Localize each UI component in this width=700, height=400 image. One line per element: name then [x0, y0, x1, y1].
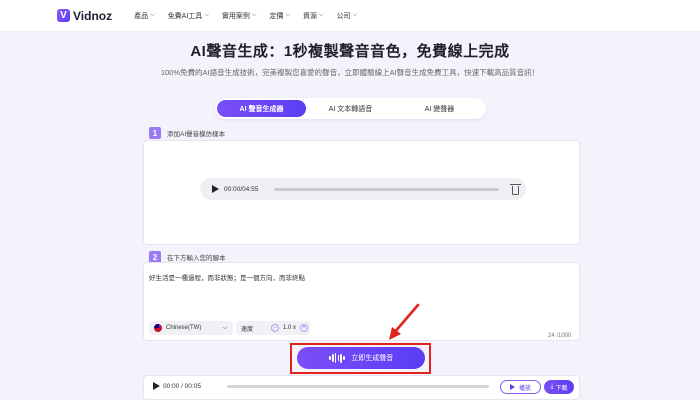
play-icon[interactable] — [153, 382, 160, 390]
chevron-down-icon: ⌵ — [319, 12, 324, 18]
taiwan-flag-icon — [154, 324, 162, 332]
tab-ai-voice-changer[interactable]: AI 變聲器 — [395, 100, 484, 117]
chevron-down-icon: ⌵ — [150, 12, 155, 18]
main-nav: 產品 ⌵ 免費AI工具 ⌵ 實用案例 ⌵ 定價 ⌵ 資源 ⌵ 公司 ⌵ — [134, 11, 370, 21]
logo-text: Vidnoz — [73, 8, 113, 23]
speed-value: 1.0 x — [283, 325, 297, 331]
play-button-label: 播放 — [518, 385, 531, 392]
tab-ai-text-to-speech[interactable]: AI 文本轉語音 — [306, 100, 395, 117]
play-icon[interactable] — [212, 185, 219, 193]
vidnoz-logo[interactable]: V Vidnoz — [57, 9, 112, 23]
output-time: 00:00 / 00:05 — [163, 383, 201, 390]
annotation-arrow-icon — [389, 303, 420, 340]
tool-tabs: AI 聲音生成器 AI 文本轉語音 AI 變聲器 — [215, 98, 486, 119]
sound-wave-icon — [329, 353, 346, 363]
step-1-header: 1 添加AI聲音模仿樣本 — [149, 127, 225, 139]
nav-item-resources[interactable]: 資源 ⌵ — [303, 11, 324, 21]
speed-label: 速度 — [241, 326, 254, 333]
speed-increase-button[interactable]: + — [300, 324, 309, 332]
step-1-label: 添加AI聲音模仿樣本 — [167, 131, 226, 138]
logo-mark-icon: V — [57, 9, 70, 22]
top-navigation-bar: V Vidnoz 產品 ⌵ 免費AI工具 ⌵ 實用案例 ⌵ 定價 ⌵ 資源 ⌵ 公司 ⌵ — [0, 0, 700, 32]
nav-item-free-ai-tools[interactable]: 免費AI工具 ⌵ — [168, 11, 209, 21]
download-button[interactable]: ⤓ 下載 — [544, 380, 574, 394]
output-progress-bar[interactable] — [227, 385, 489, 388]
nav-item-use-cases[interactable]: 實用案例 ⌵ — [222, 11, 257, 21]
chevron-down-icon: ⌵ — [352, 12, 358, 18]
speed-decrease-button[interactable]: − — [271, 324, 279, 332]
download-button-label: 下載 — [555, 385, 568, 392]
language-value: Chinese(TW) — [166, 325, 202, 331]
play-icon — [509, 384, 515, 390]
download-icon: ⤓ — [550, 383, 554, 390]
play-button[interactable]: 播放 — [500, 380, 541, 394]
generate-voice-label: 立即生成聲音 — [351, 355, 394, 362]
nav-item-products[interactable]: 產品 ⌵ — [134, 11, 155, 21]
step-2-label: 在下方輸入您的腳本 — [167, 255, 226, 262]
chevron-down-icon: ⌵ — [251, 12, 257, 18]
character-count: 24 /1000 — [548, 333, 572, 339]
sample-audio-player: 00:00/04:55 — [200, 178, 526, 200]
nav-item-company[interactable]: 公司 ⌵ — [337, 11, 358, 21]
script-textarea[interactable]: 好生活是一種過程，而非狀態；是一個方向，而非終點 — [149, 272, 305, 282]
tab-ai-voice-generator[interactable]: AI 聲音生成器 — [217, 100, 306, 117]
page-title: AI聲音生成：1秒複製聲音音色，免費線上完成 — [190, 43, 510, 60]
trash-icon[interactable] — [510, 183, 522, 195]
generate-voice-button[interactable]: 立即生成聲音 — [297, 347, 425, 369]
page-subtitle: 100%免費的AI語音生成技術，完美複製您喜愛的聲音，立即體驗線上AI聲音生成免… — [160, 68, 540, 77]
chevron-down-icon: ⌵ — [222, 324, 227, 331]
language-select[interactable]: Chinese(TW) ⌵ — [149, 321, 233, 335]
step-1-number: 1 — [149, 127, 161, 139]
nav-item-pricing[interactable]: 定價 ⌵ — [269, 11, 290, 21]
chevron-down-icon: ⌵ — [285, 12, 290, 18]
sample-progress-bar[interactable] — [274, 187, 500, 191]
chevron-down-icon: ⌵ — [204, 12, 209, 18]
speed-control: 速度 − 1.0 x + — [236, 321, 310, 335]
sample-time: 00:00/04:55 — [224, 185, 259, 193]
